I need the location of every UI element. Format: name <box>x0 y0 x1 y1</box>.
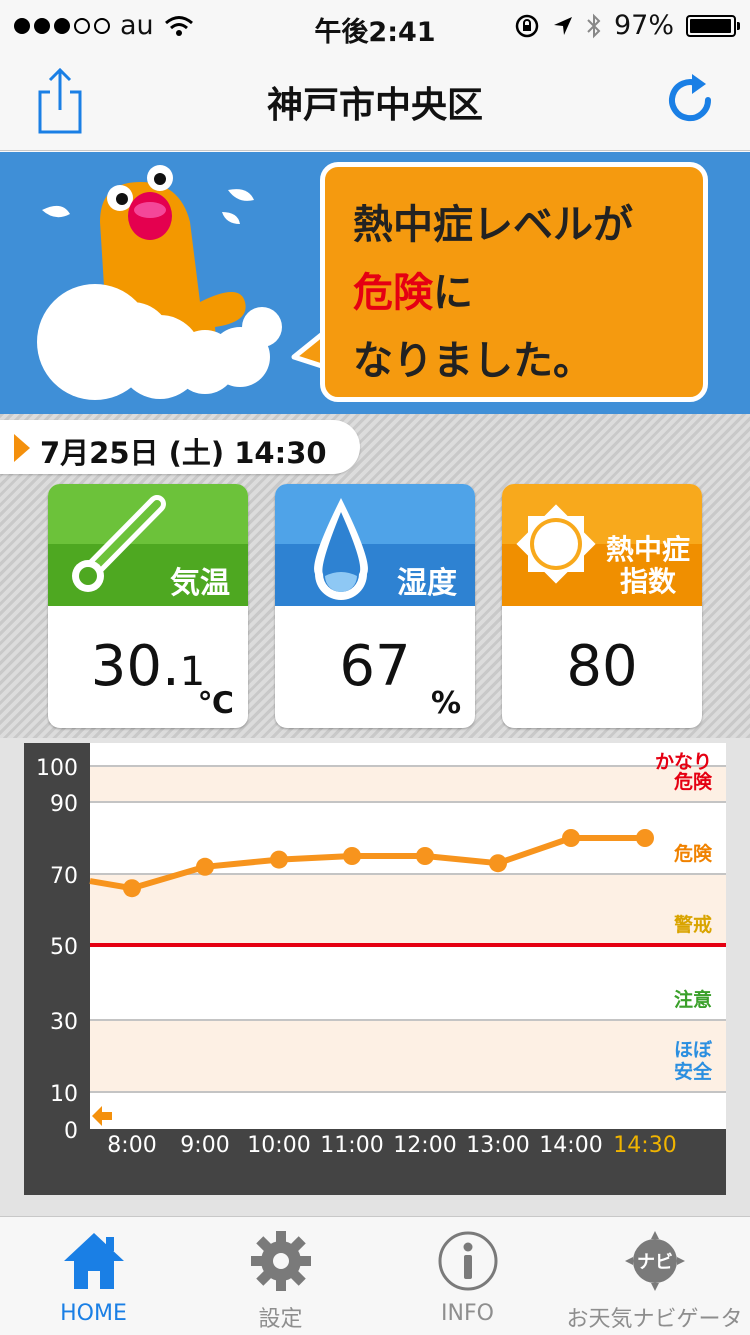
humidity-card[interactable]: 湿度 67 % <box>275 484 475 728</box>
heat-index-card[interactable]: 熱中症 指数 80 <box>502 484 702 728</box>
data-point <box>123 879 141 898</box>
date-label: 7月25日 (土) 14:30 <box>0 420 360 474</box>
zone-label: 警戒 <box>674 913 712 936</box>
x-tick-label: 8:00 <box>107 1133 156 1158</box>
tab-settings[interactable]: 設定 <box>187 1217 374 1335</box>
status-bar: au 午後2:41 97% <box>0 0 750 52</box>
battery-icon <box>686 14 740 37</box>
sun-icon <box>516 504 596 584</box>
tab-bar: HOME 設定 INFO ナビ お天気ナビゲータ <box>0 1216 750 1335</box>
date-arrow-icon <box>14 434 30 462</box>
zone-label: 危険 <box>674 770 713 793</box>
tab-home[interactable]: HOME <box>0 1217 187 1335</box>
zone-band-very-danger <box>90 766 726 802</box>
heat-index-chart: 10090705030100かなり危険危険警戒注意ほぼ安全8:00 9:00 10:… <box>36 743 726 1158</box>
date-text: 7月25日 (土) 14:30 <box>40 436 327 470</box>
water-drop-icon <box>314 498 368 600</box>
x-tick-label: 10:00 <box>247 1133 310 1158</box>
info-icon <box>438 1231 498 1291</box>
zone-label: 安全 <box>674 1060 713 1083</box>
gear-icon <box>251 1231 311 1291</box>
refresh-icon[interactable] <box>660 70 720 130</box>
tab-weather-navi[interactable]: ナビ お天気ナビゲータ <box>561 1217 748 1335</box>
battery-percent: 97% <box>613 10 674 41</box>
zone-band-safe <box>90 1020 726 1092</box>
warning-line-2: 危険に <box>353 259 633 327</box>
tab-info-label: INFO <box>441 1301 494 1326</box>
tab-settings-label: 設定 <box>258 1307 303 1332</box>
x-tick-label: 14:30 <box>613 1133 676 1158</box>
y-tick-label: 100 <box>36 756 78 781</box>
data-point <box>196 857 214 876</box>
warning-line-1: 熱中症レベルが <box>353 202 633 248</box>
warning-message: 熱中症レベルが 危険に なりました。 <box>353 191 633 395</box>
temperature-label: 気温 <box>170 566 230 601</box>
speech-bubble: 熱中症レベルが 危険に なりました。 <box>320 162 708 402</box>
humidity-unit: % <box>430 686 461 721</box>
navi-icon: ナビ <box>625 1231 685 1291</box>
y-tick-label: 70 <box>50 864 78 889</box>
y-tick-label: 10 <box>50 1082 78 1107</box>
y-tick-label: 50 <box>50 935 78 960</box>
zone-label: 危険 <box>674 842 713 865</box>
zone-band-warning <box>90 874 726 945</box>
y-tick-label: 30 <box>50 1010 78 1035</box>
humidity-label: 湿度 <box>397 566 457 601</box>
x-tick-label: 12:00 <box>393 1133 456 1158</box>
data-point <box>416 847 434 865</box>
heat-index-value: 80 <box>566 634 638 699</box>
mascot-illustration <box>37 165 282 400</box>
x-tick-label: 9:00 <box>180 1133 229 1158</box>
zone-label: 注意 <box>674 988 712 1011</box>
x-tick-label: 13:00 <box>466 1133 529 1158</box>
data-point <box>562 829 580 847</box>
data-point <box>270 850 288 869</box>
page-title: 神戸市中央区 <box>266 85 483 126</box>
x-tick-label: 11:00 <box>320 1133 383 1158</box>
data-point <box>636 829 654 847</box>
warning-line-3: なりました。 <box>353 338 593 384</box>
warning-line-2-suffix: に <box>433 270 473 316</box>
tab-info[interactable]: INFO <box>374 1217 561 1335</box>
heat-index-label: 熱中症 指数 <box>605 533 690 598</box>
tab-weather-navi-label: お天気ナビゲータ <box>566 1307 743 1332</box>
navi-icon-text: ナビ <box>637 1252 673 1273</box>
danger-word: 危険 <box>353 270 433 316</box>
temperature-unit: ℃ <box>197 686 234 721</box>
temperature-card[interactable]: 気温 30.1 ℃ <box>48 484 248 728</box>
tab-home-label: HOME <box>60 1301 127 1326</box>
location-icon <box>553 16 572 35</box>
bluetooth-icon <box>587 13 601 38</box>
zone-label: ほぼ <box>674 1039 713 1061</box>
x-tick-label: 14:00 <box>539 1133 602 1158</box>
data-point <box>343 847 361 865</box>
zone-label: かなり <box>655 751 712 773</box>
heat-warning-banner: 熱中症レベルが 危険に なりました。 <box>0 152 750 414</box>
data-point <box>489 854 507 873</box>
y-tick-label: 90 <box>50 792 78 817</box>
home-icon <box>64 1233 124 1289</box>
thermometer-icon <box>72 495 166 592</box>
rotation-lock-icon <box>515 14 539 37</box>
navigation-bar: 神戸市中央区 <box>0 52 750 151</box>
y-tick-label: 0 <box>64 1119 78 1144</box>
